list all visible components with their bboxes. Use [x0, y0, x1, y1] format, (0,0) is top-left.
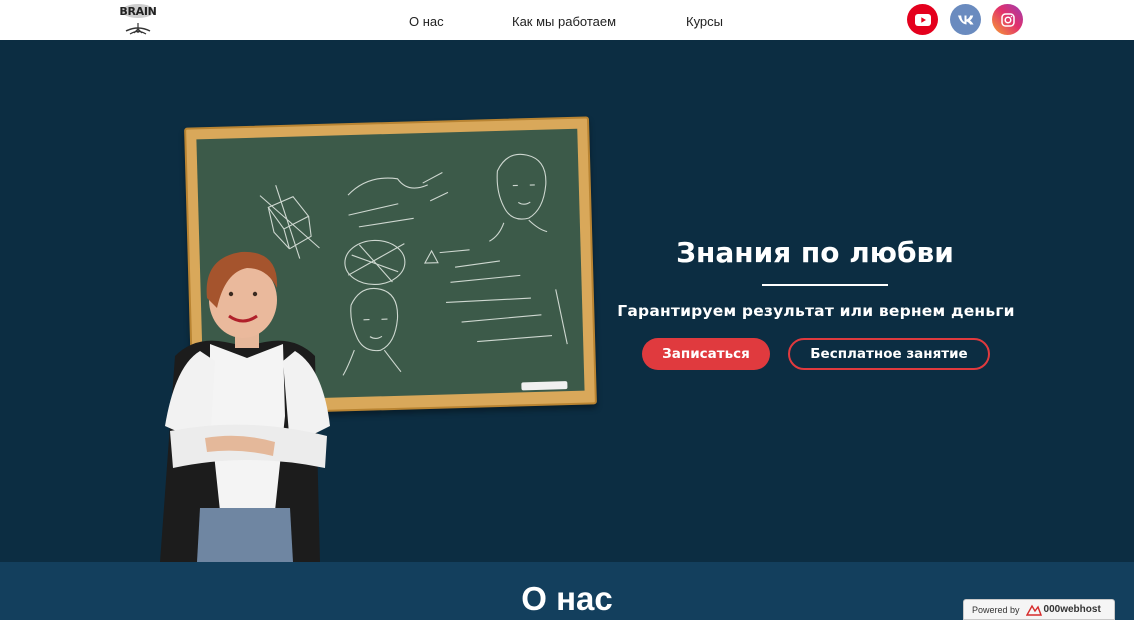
- youtube-button[interactable]: [907, 4, 938, 35]
- nav-link-how-we-work[interactable]: Как мы работаем: [512, 14, 616, 29]
- teacher-figure: [160, 251, 330, 562]
- hero-subtitle: Гарантируем результат или вернем деньги: [617, 302, 1015, 320]
- powered-by-badge[interactable]: Powered by 000webhost: [963, 599, 1115, 620]
- vk-icon: [957, 15, 973, 24]
- free-lesson-button[interactable]: Бесплатное занятие: [788, 338, 990, 370]
- instagram-icon: [1000, 12, 1015, 27]
- nav-link-courses[interactable]: Курсы: [686, 14, 723, 29]
- webhost-name: 000webhost: [1043, 604, 1101, 615]
- vk-button[interactable]: [950, 4, 981, 35]
- brain-logo[interactable]: BRAIN: [116, 3, 160, 36]
- hero-divider: [762, 284, 888, 286]
- powered-by-label: Powered by: [972, 604, 1020, 615]
- nav-link-about[interactable]: О нас: [409, 14, 444, 29]
- hero-title: Знания по любви: [676, 236, 954, 269]
- instagram-button[interactable]: [992, 4, 1023, 35]
- teacher-photo: [155, 246, 340, 562]
- logo-text: BRAIN: [119, 5, 157, 18]
- signup-button[interactable]: Записаться: [642, 338, 770, 370]
- youtube-icon: [914, 13, 931, 26]
- chalk-stick: [521, 381, 568, 391]
- webhost-logo-icon: [1025, 604, 1042, 616]
- site-header: BRAIN О нас Как мы работаем Курсы: [0, 0, 1134, 40]
